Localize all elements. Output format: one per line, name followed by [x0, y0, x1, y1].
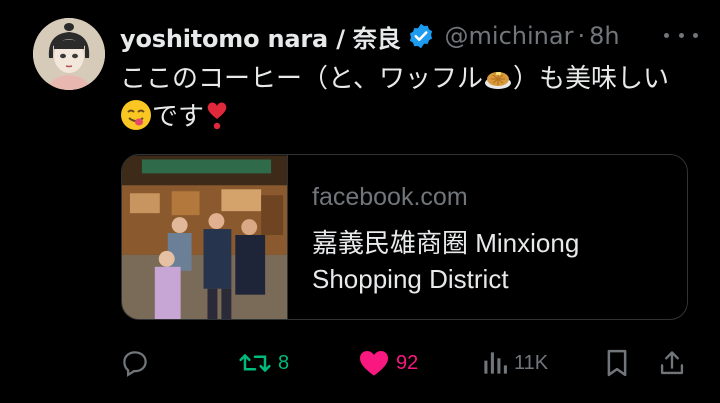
verified-badge-icon	[409, 23, 432, 49]
like-icon	[360, 351, 388, 376]
action-bar: 8 92 11K	[120, 343, 690, 383]
retweet-button[interactable]: 8	[238, 343, 289, 383]
views-icon	[484, 352, 507, 374]
tweet-text: ここのコーヒー（と、ワッフル ）も美味しい です	[120, 60, 700, 136]
share-button[interactable]	[658, 343, 686, 383]
heart-exclamation-emoji	[207, 102, 227, 130]
bookmark-button[interactable]	[604, 343, 630, 383]
handle[interactable]: @michinar	[445, 22, 574, 50]
retweet-icon	[239, 354, 271, 372]
like-button[interactable]: 92	[358, 343, 418, 383]
tweet-text-part1: ここのコーヒー（と、ワッフル	[120, 64, 483, 94]
card-domain: facebook.com	[312, 183, 468, 211]
avatar-illustration	[33, 18, 105, 90]
retweet-count: 8	[278, 351, 290, 374]
reply-button[interactable]	[120, 343, 156, 383]
yum-face-emoji	[121, 100, 151, 130]
bookmark-icon	[607, 349, 627, 377]
avatar[interactable]	[33, 18, 105, 90]
reply-icon	[123, 351, 147, 377]
share-icon	[660, 351, 684, 375]
card-title: 嘉義民雄商圈 Minxiong Shopping District	[312, 228, 580, 294]
views-count: 11K	[514, 351, 549, 374]
waffle-emoji	[484, 72, 511, 89]
more-icon[interactable]	[664, 23, 698, 47]
like-count: 92	[396, 351, 419, 374]
views-button[interactable]: 11K	[482, 343, 548, 383]
tweet-header: yoshitomo nara / 奈良 @michinar · 8h	[120, 18, 620, 54]
link-card[interactable]: facebook.com 嘉義民雄商圈 Minxiong Shopping Di…	[121, 154, 688, 320]
tweet-text-part2: ）も美味しい	[512, 64, 669, 94]
separator-dot: ·	[577, 22, 586, 50]
card-thumbnail	[122, 155, 288, 319]
display-name[interactable]: yoshitomo nara / 奈良	[120, 19, 401, 54]
tweet-text-part3: です	[152, 102, 205, 132]
timestamp[interactable]: 8h	[589, 22, 619, 50]
